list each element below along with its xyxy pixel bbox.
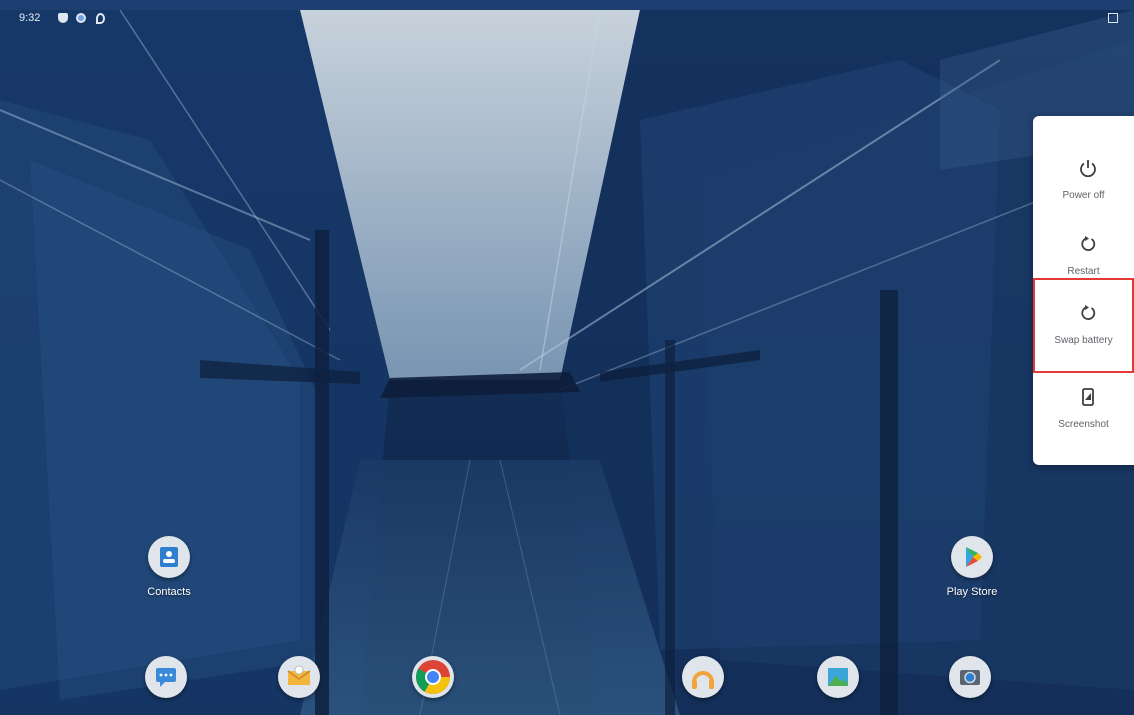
status-time: 9:32 xyxy=(19,12,41,24)
app-contacts[interactable]: Contacts xyxy=(124,536,214,598)
screenshot-label: Screenshot xyxy=(1058,419,1109,430)
power-off-button[interactable]: Power off xyxy=(1033,136,1134,220)
power-icon xyxy=(1080,160,1096,178)
restart-label: Restart xyxy=(1067,266,1100,277)
power-off-label: Power off xyxy=(1062,190,1105,201)
app-play-store[interactable]: Play Store xyxy=(927,536,1017,598)
screenshot-button[interactable]: Screenshot xyxy=(1033,365,1134,449)
shield-icon xyxy=(58,13,68,23)
wallpaper xyxy=(0,0,1134,715)
email-icon[interactable] xyxy=(278,656,320,698)
screenshot-icon xyxy=(1082,388,1094,406)
play-store-icon xyxy=(951,536,993,578)
status-bar: 9:32 xyxy=(0,0,1134,30)
camera-icon[interactable] xyxy=(949,656,991,698)
app-label: Contacts xyxy=(147,586,191,598)
gallery-icon[interactable] xyxy=(817,656,859,698)
chrome-icon[interactable] xyxy=(412,656,454,698)
app-label: Play Store xyxy=(946,586,998,598)
sim-icon xyxy=(1108,13,1118,23)
home-screen: 9:32 Contacts Play Store Power off Resta… xyxy=(0,0,1134,715)
globe-icon xyxy=(76,13,86,23)
restart-icon xyxy=(1081,236,1096,251)
messages-icon[interactable] xyxy=(145,656,187,698)
swap-battery-highlight xyxy=(1033,278,1134,373)
location-icon xyxy=(96,13,105,24)
music-icon[interactable] xyxy=(682,656,724,698)
contacts-icon xyxy=(148,536,190,578)
